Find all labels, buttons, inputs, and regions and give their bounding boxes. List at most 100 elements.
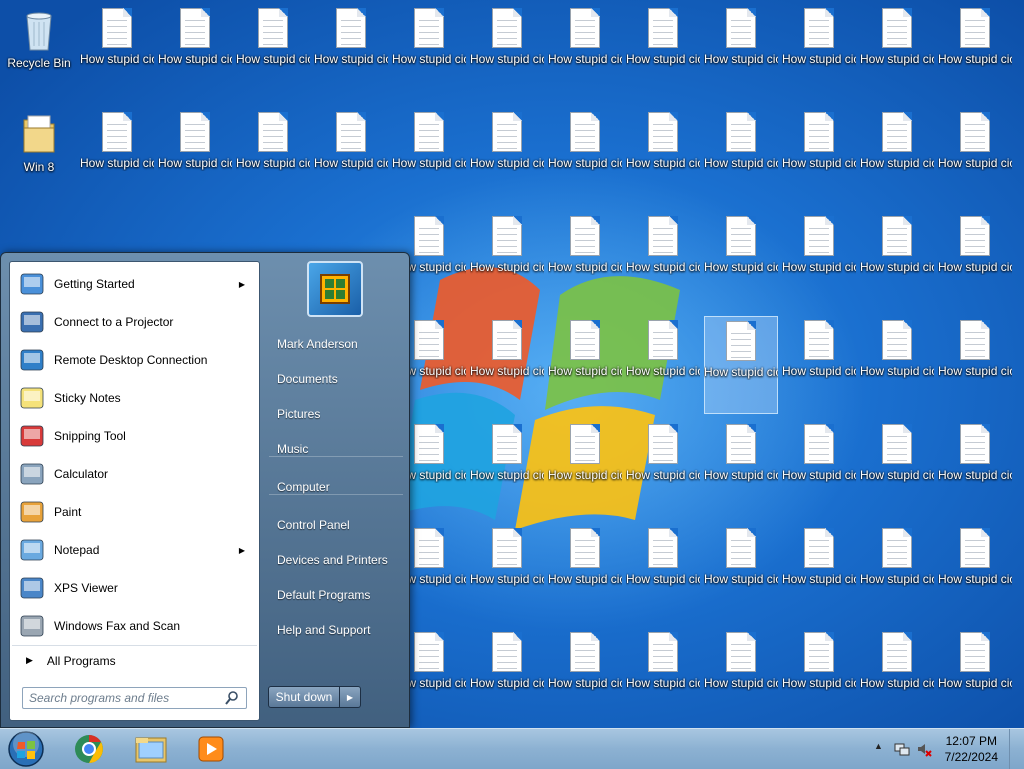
desktop-icon[interactable]: How stupid cio is (39)... bbox=[860, 420, 934, 518]
user-picture[interactable] bbox=[307, 261, 363, 317]
all-programs-button[interactable]: ▶ All Programs bbox=[12, 645, 257, 675]
volume-muted-icon[interactable] bbox=[916, 741, 932, 757]
start-menu-program-item[interactable]: XPS Viewer bbox=[12, 570, 257, 606]
desktop-icon[interactable]: How stupid cio is (42)... bbox=[938, 316, 1012, 414]
desktop-icon[interactable]: How stupid cio is (41)... bbox=[938, 108, 1012, 206]
desktop-icon[interactable]: How stupid cio is (42) - ... bbox=[938, 212, 1012, 310]
clock[interactable]: 12:07 PM 7/22/2024 bbox=[945, 733, 998, 765]
desktop-icon[interactable]: Recycle Bin bbox=[2, 4, 76, 102]
desktop-icon[interactable]: How stupid cio is (28) - ... bbox=[626, 212, 700, 310]
desktop-icon[interactable]: How stupid cio is (36) - ... bbox=[782, 420, 856, 518]
start-menu-right-item[interactable]: Help and Support bbox=[269, 616, 405, 644]
desktop-icon[interactable]: How stupid cio is (30) - ... bbox=[626, 628, 700, 726]
desktop-icon[interactable]: How stupid cio is (26) - ... bbox=[548, 524, 622, 622]
start-menu-program-item[interactable]: Snipping Tool bbox=[12, 418, 257, 454]
desktop-icon[interactable]: How stupid cio is (22)... bbox=[470, 524, 544, 622]
start-menu-program-item[interactable]: Windows Fax and Scan bbox=[12, 608, 257, 644]
start-button[interactable] bbox=[6, 730, 46, 768]
desktop-icon[interactable]: How stupid cio is (38) - ... bbox=[860, 108, 934, 206]
desktop-icon[interactable]: How stupid cio is (39) - ... bbox=[860, 316, 934, 414]
text-document-icon bbox=[960, 8, 990, 48]
desktop-icon[interactable]: How stupid cio is (24) - ... bbox=[548, 108, 622, 206]
desktop-icon[interactable]: How stupid cio is (35) - ... bbox=[782, 212, 856, 310]
desktop-icon[interactable]: How stupid cio is (31)... bbox=[704, 212, 778, 310]
desktop-icon[interactable]: How stupid cio is (21) - ... bbox=[470, 212, 544, 310]
desktop-icon[interactable]: How stupid cio is (30)... bbox=[704, 4, 778, 102]
desktop-icon[interactable]: How stupid cio is (25)... bbox=[548, 420, 622, 518]
taskbar-explorer-button[interactable] bbox=[124, 731, 178, 767]
desktop-icon-label: How stupid cio is (40)... bbox=[860, 676, 934, 690]
desktop-icon[interactable]: How stupid cio is (33) - ... bbox=[704, 524, 778, 622]
desktop-icon[interactable]: How stupid cio is (44) - ... bbox=[938, 628, 1012, 726]
start-menu-right-item[interactable]: Devices and Printers bbox=[269, 546, 405, 574]
start-menu-right-item[interactable]: Mark Anderson bbox=[269, 330, 405, 358]
network-icon[interactable] bbox=[894, 741, 910, 757]
desktop-icon[interactable]: How stupid cio is (6) - ... bbox=[158, 4, 232, 102]
start-menu-program-item[interactable]: Getting Started ▶ bbox=[12, 266, 257, 302]
desktop-icon[interactable]: How stupid cio is (43)... bbox=[938, 524, 1012, 622]
start-menu-right-item[interactable]: Default Programs bbox=[269, 581, 405, 609]
desktop-icon[interactable]: How stupid cio is (23) - ... bbox=[470, 628, 544, 726]
desktop-icon[interactable]: How stupid cio is (34) - ... bbox=[782, 4, 856, 102]
start-menu-program-item[interactable]: Calculator bbox=[12, 456, 257, 492]
search-input[interactable] bbox=[23, 690, 224, 706]
desktop-icon[interactable]: How stupid cio is (37)... bbox=[860, 4, 934, 102]
start-menu-right-item[interactable]: Music bbox=[269, 435, 405, 463]
start-menu-program-item[interactable]: Remote Desktop Connection bbox=[12, 342, 257, 378]
desktop-icon[interactable]: How stupid cio is (27) - ... bbox=[626, 4, 700, 102]
desktop-icon[interactable]: How stupid cio is (25) - ... bbox=[548, 316, 622, 414]
menu-separator bbox=[269, 494, 403, 495]
desktop-icon[interactable]: How stupid cio is (36)... bbox=[782, 524, 856, 622]
desktop-icon[interactable]: How stupid cio is (24)... bbox=[548, 212, 622, 310]
search-box[interactable] bbox=[22, 687, 247, 709]
desktop-icon[interactable]: How stupid cio is (26)... bbox=[548, 628, 622, 726]
desktop-icon[interactable]: How stupid cio is (32)... bbox=[704, 420, 778, 518]
desktop-icon[interactable]: How stupid cio is (22) - ... bbox=[470, 420, 544, 518]
start-menu-right-item[interactable]: Pictures bbox=[269, 400, 405, 428]
desktop-icon[interactable]: How stupid cio is (31) - ... bbox=[704, 108, 778, 206]
desktop-icon[interactable]: How stupid cio is (23)... bbox=[548, 4, 622, 102]
desktop-icon[interactable]: How stupid cio is (38)... bbox=[860, 212, 934, 310]
desktop-icon[interactable]: How stupid cio is (27)... bbox=[626, 108, 700, 206]
desktop-icon[interactable]: How stupid cio is (4) - ... bbox=[80, 108, 154, 206]
desktop-icon[interactable]: How stupid cio is (40)... bbox=[860, 628, 934, 726]
desktop-icon[interactable]: How stupid cio is (34)... bbox=[782, 108, 856, 206]
desktop-icon[interactable]: How stupid cio is (20)... bbox=[470, 108, 544, 206]
text-document-icon bbox=[492, 632, 522, 672]
desktop-icon[interactable]: How stupid cio is (41) - ... bbox=[938, 4, 1012, 102]
start-menu-right-item[interactable]: Computer bbox=[269, 473, 405, 501]
desktop-icon[interactable]: How stupid cio is (32) - ... bbox=[704, 316, 778, 414]
desktop-icon[interactable]: How stupid cio is (29)... bbox=[626, 524, 700, 622]
desktop-icon[interactable]: How stupid cio is (35)... bbox=[782, 316, 856, 414]
desktop-icon[interactable]: Win 8 bbox=[2, 108, 76, 206]
desktop-icon[interactable]: How stupid cio is (20) - ... bbox=[470, 4, 544, 102]
desktop-icon[interactable]: How stupid cio is (43) - ... bbox=[938, 420, 1012, 518]
desktop-icon[interactable]: How stupid cio is (28)... bbox=[626, 316, 700, 414]
taskbar-chrome-button[interactable] bbox=[62, 731, 116, 767]
start-menu-program-item[interactable]: Connect to a Projector bbox=[12, 304, 257, 340]
shut-down-options-button[interactable]: ▶ bbox=[340, 686, 361, 708]
desktop-icon[interactable]: How stupid cio is (37) - ... bbox=[782, 628, 856, 726]
start-menu-right-item[interactable]: Control Panel bbox=[269, 511, 405, 539]
desktop-icon[interactable]: How stupid cio is (13)... bbox=[314, 108, 388, 206]
desktop-icon[interactable]: How stupid cio is (6) - ... bbox=[158, 108, 232, 206]
desktop-icon[interactable]: How stupid cio is (3) bbox=[80, 4, 154, 102]
desktop-icon[interactable]: How stupid cio is (21)... bbox=[470, 316, 544, 414]
taskbar-media-player-button[interactable] bbox=[184, 731, 238, 767]
desktop-icon[interactable]: How stupid cio is (17) - ... bbox=[392, 108, 466, 206]
desktop-icon[interactable]: How stupid cio is (13) -... bbox=[314, 4, 388, 102]
desktop-icon[interactable]: How stupid cio is (33)... bbox=[704, 628, 778, 726]
desktop-icon[interactable]: How stupid cio is (9) -... bbox=[236, 4, 310, 102]
start-menu-program-item[interactable]: Sticky Notes bbox=[12, 380, 257, 416]
desktop-icon[interactable]: How stupid cio is (16)... bbox=[392, 4, 466, 102]
desktop-icon[interactable]: How stupid cio is (29) - ... bbox=[626, 420, 700, 518]
shut-down-button[interactable]: Shut down bbox=[268, 686, 340, 708]
show-desktop-button[interactable] bbox=[1009, 729, 1024, 769]
show-hidden-icons-icon[interactable]: ▲ bbox=[874, 741, 883, 751]
desktop-icon[interactable]: How stupid cio is (40) - ... bbox=[860, 524, 934, 622]
start-menu-program-item[interactable]: Paint bbox=[12, 494, 257, 530]
search-icon[interactable] bbox=[224, 690, 240, 706]
start-menu-program-item[interactable]: Notepad ▶ bbox=[12, 532, 257, 568]
desktop-icon[interactable]: How stupid cio is (10) - ... bbox=[236, 108, 310, 206]
start-menu-right-item[interactable]: Documents bbox=[269, 365, 405, 393]
